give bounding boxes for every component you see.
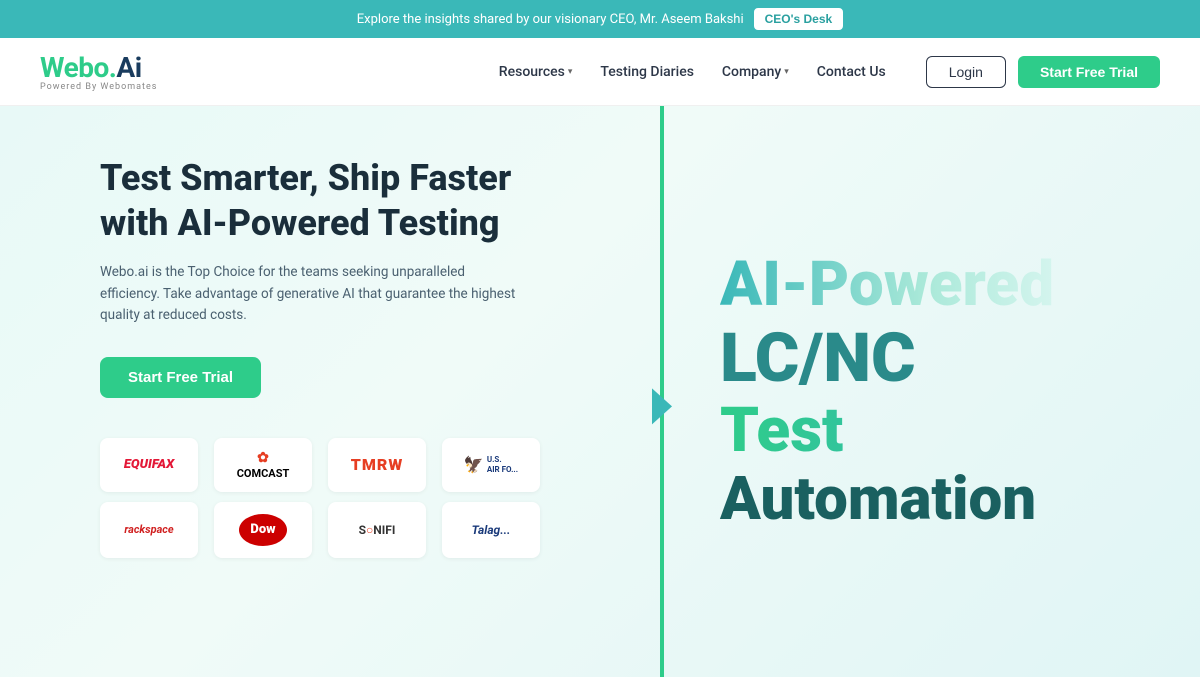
ceos-desk-button[interactable]: CEO's Desk: [754, 8, 844, 30]
logo-sonifi: S○NIFI: [328, 502, 426, 558]
hero-title: Test Smarter, Ship Faster with AI-Powere…: [100, 156, 560, 246]
start-trial-button[interactable]: Start Free Trial: [1018, 56, 1160, 88]
nav-item-company[interactable]: Company ▾: [722, 64, 789, 80]
nav-item-contact[interactable]: Contact Us: [817, 64, 886, 80]
big-text-line2: LC/NC: [720, 320, 1054, 396]
logo-rackspace: rackspace: [100, 502, 198, 558]
logo-usaf: 🦅 U.S.AIR FO...: [442, 438, 540, 492]
navbar: Webo.Ai Powered By Webomates Resources ▾…: [0, 38, 1200, 106]
hero-section: Test Smarter, Ship Faster with AI-Powere…: [0, 106, 1200, 677]
logo-equifax: EQUIFAX: [100, 438, 198, 492]
nav-item-resources[interactable]: Resources ▾: [499, 64, 573, 80]
nav-item-testing-diaries[interactable]: Testing Diaries: [600, 64, 694, 80]
login-button[interactable]: Login: [926, 56, 1006, 88]
nav-actions: Login Start Free Trial: [926, 56, 1160, 88]
nav-links: Resources ▾ Testing Diaries Company ▾ Co…: [499, 64, 886, 80]
hero-big-text: AI-Powered LC/NC Test Automation: [700, 250, 1054, 532]
hero-content-right: AI-Powered LC/NC Test Automation: [660, 106, 1200, 677]
logo-talag: Talag...: [442, 502, 540, 558]
client-logos-grid: EQUIFAX ✿ COMCAST TMRW 🦅 U.S.AIR FO... r…: [100, 438, 540, 558]
banner-text: Explore the insights shared by our visio…: [357, 12, 744, 27]
big-text-line1: AI-Powered: [720, 250, 1054, 319]
hero-subtitle: Webo.ai is the Top Choice for the teams …: [100, 262, 520, 327]
hero-cta-button[interactable]: Start Free Trial: [100, 357, 261, 398]
big-text-line3: Test: [720, 396, 1054, 465]
logo-subtitle: Powered By Webomates: [40, 82, 157, 92]
logo-comcast: ✿ COMCAST: [214, 438, 312, 492]
chevron-down-icon: ▾: [568, 67, 573, 77]
triangle-decoration: [652, 388, 672, 424]
top-banner: Explore the insights shared by our visio…: [0, 0, 1200, 38]
logo-text: Webo.Ai: [40, 51, 157, 84]
logo: Webo.Ai Powered By Webomates: [40, 51, 157, 92]
big-text-line4: Automation: [720, 465, 1054, 532]
hero-content-left: Test Smarter, Ship Faster with AI-Powere…: [0, 106, 660, 677]
logo-tmrw: TMRW: [328, 438, 426, 492]
chevron-down-icon: ▾: [784, 67, 789, 77]
logo-dow: Dow: [214, 502, 312, 558]
